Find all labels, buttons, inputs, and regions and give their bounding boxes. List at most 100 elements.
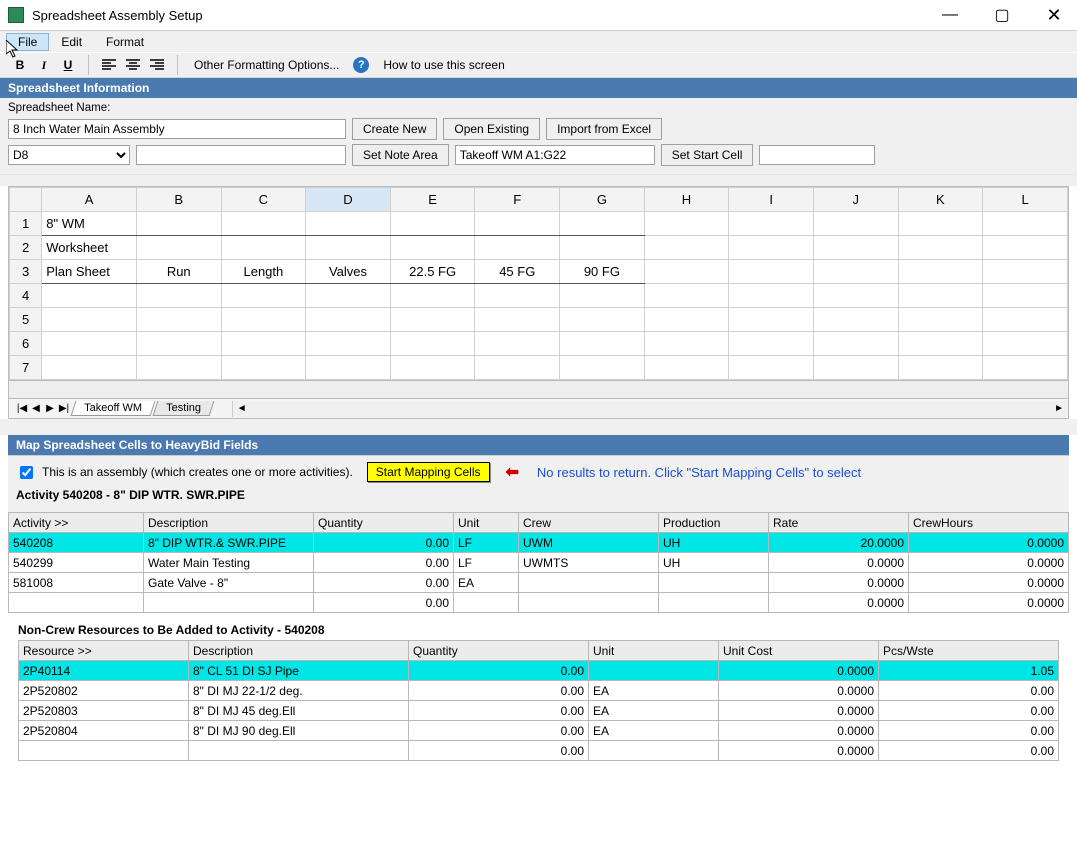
underline-button[interactable]: U: [58, 55, 78, 75]
activity-cell[interactable]: 0.0000: [769, 593, 909, 613]
grid-cell[interactable]: [306, 212, 391, 236]
grid-cell[interactable]: [644, 332, 729, 356]
grid-cell[interactable]: [136, 284, 221, 308]
import-excel-button[interactable]: Import from Excel: [546, 118, 662, 140]
resource-cell[interactable]: [189, 741, 409, 761]
activity-row[interactable]: 5402088" DIP WTR.& SWR.PIPE0.00LFUWMUH20…: [9, 533, 1069, 553]
col-header-J[interactable]: J: [813, 188, 898, 212]
grid-cell[interactable]: 45 FG: [475, 260, 560, 284]
menu-edit[interactable]: Edit: [49, 33, 94, 51]
grid-cell[interactable]: [983, 212, 1068, 236]
row-header[interactable]: 2: [10, 236, 42, 260]
grid-cell[interactable]: [729, 236, 814, 260]
grid-corner[interactable]: [10, 188, 42, 212]
scroll-right-icon[interactable]: ►: [1050, 403, 1068, 414]
resource-cell[interactable]: 0.00: [409, 681, 589, 701]
grid-cell[interactable]: [898, 356, 983, 380]
resource-cell[interactable]: 8" DI MJ 90 deg.Ell: [189, 721, 409, 741]
grid-cell[interactable]: [729, 260, 814, 284]
grid-cell[interactable]: [813, 212, 898, 236]
tab-nav-first[interactable]: |◀: [15, 403, 29, 414]
grid-cell[interactable]: [42, 284, 137, 308]
grid-cell[interactable]: [813, 236, 898, 260]
grid-cell[interactable]: [136, 356, 221, 380]
grid-cell[interactable]: [983, 308, 1068, 332]
resource-cell[interactable]: 0.00: [409, 701, 589, 721]
col-header-F[interactable]: F: [475, 188, 560, 212]
activity-cell[interactable]: 0.00: [314, 553, 454, 573]
row-header[interactable]: 6: [10, 332, 42, 356]
activity-cell[interactable]: 581008: [9, 573, 144, 593]
col-res-description[interactable]: Description: [189, 641, 409, 661]
resource-cell[interactable]: EA: [589, 701, 719, 721]
grid-cell[interactable]: Run: [136, 260, 221, 284]
resource-cell[interactable]: 0.00: [879, 681, 1059, 701]
grid-cell[interactable]: [306, 332, 391, 356]
activity-cell[interactable]: [519, 593, 659, 613]
activity-cell[interactable]: UWM: [519, 533, 659, 553]
grid-cell[interactable]: [560, 236, 645, 260]
tab-nav-next[interactable]: ▶: [43, 403, 57, 414]
col-quantity[interactable]: Quantity: [314, 513, 454, 533]
col-header-D[interactable]: D: [306, 188, 391, 212]
grid-cell[interactable]: Worksheet: [42, 236, 137, 260]
grid-cell[interactable]: [813, 356, 898, 380]
col-header-G[interactable]: G: [560, 188, 645, 212]
grid-cell[interactable]: [221, 356, 306, 380]
align-right-button[interactable]: [147, 55, 167, 75]
resource-cell[interactable]: 2P40114: [19, 661, 189, 681]
help-icon[interactable]: ?: [353, 57, 369, 73]
activity-cell[interactable]: 0.0000: [909, 593, 1069, 613]
col-header-B[interactable]: B: [136, 188, 221, 212]
grid-cell[interactable]: [644, 356, 729, 380]
grid-cell[interactable]: [221, 284, 306, 308]
activity-cell[interactable]: LF: [454, 553, 519, 573]
grid-cell[interactable]: [390, 356, 475, 380]
align-center-button[interactable]: [123, 55, 143, 75]
align-left-button[interactable]: [99, 55, 119, 75]
resource-cell[interactable]: EA: [589, 721, 719, 741]
tab-nav-prev[interactable]: ◀: [29, 403, 43, 414]
resource-cell[interactable]: 0.0000: [719, 721, 879, 741]
range-input[interactable]: [455, 145, 655, 165]
grid-cell[interactable]: [644, 260, 729, 284]
grid-cell[interactable]: [560, 308, 645, 332]
resource-cell[interactable]: 2P520804: [19, 721, 189, 741]
grid-cell[interactable]: [898, 308, 983, 332]
col-header-A[interactable]: A: [42, 188, 137, 212]
grid-cell[interactable]: [644, 236, 729, 260]
activity-cell[interactable]: 0.0000: [909, 553, 1069, 573]
grid-cell[interactable]: [813, 332, 898, 356]
grid-cell[interactable]: [898, 284, 983, 308]
grid-cell[interactable]: 90 FG: [560, 260, 645, 284]
grid-cell[interactable]: [390, 284, 475, 308]
activity-cell[interactable]: UH: [659, 533, 769, 553]
grid-cell[interactable]: [390, 332, 475, 356]
maximize-button[interactable]: ▢: [987, 5, 1017, 25]
col-rate[interactable]: Rate: [769, 513, 909, 533]
grid-cell[interactable]: [475, 284, 560, 308]
activity-cell[interactable]: 0.00: [314, 573, 454, 593]
grid-cell[interactable]: [813, 260, 898, 284]
col-production[interactable]: Production: [659, 513, 769, 533]
resource-cell[interactable]: 0.0000: [719, 661, 879, 681]
grid-cell[interactable]: [560, 356, 645, 380]
grid-cell[interactable]: [306, 284, 391, 308]
col-pcs-wste[interactable]: Pcs/Wste: [879, 641, 1059, 661]
grid-cell[interactable]: [983, 332, 1068, 356]
resource-cell[interactable]: 0.00: [409, 661, 589, 681]
activity-cell[interactable]: [454, 593, 519, 613]
resource-cell[interactable]: EA: [589, 681, 719, 701]
activity-row[interactable]: 540299Water Main Testing0.00LFUWMTSUH0.0…: [9, 553, 1069, 573]
italic-button[interactable]: I: [34, 55, 54, 75]
activity-cell[interactable]: UWMTS: [519, 553, 659, 573]
spreadsheet-grid[interactable]: ABCDEFGHIJKL 18" WM2Worksheet3Plan Sheet…: [8, 186, 1069, 381]
grid-cell[interactable]: [898, 260, 983, 284]
grid-cell[interactable]: [42, 356, 137, 380]
activity-cell[interactable]: 0.0000: [769, 553, 909, 573]
grid-cell[interactable]: [306, 236, 391, 260]
help-link[interactable]: How to use this screen: [383, 58, 504, 72]
activity-row[interactable]: 581008Gate Valve - 8"0.00EA0.00000.0000: [9, 573, 1069, 593]
grid-cell[interactable]: [475, 212, 560, 236]
activity-cell[interactable]: 540299: [9, 553, 144, 573]
